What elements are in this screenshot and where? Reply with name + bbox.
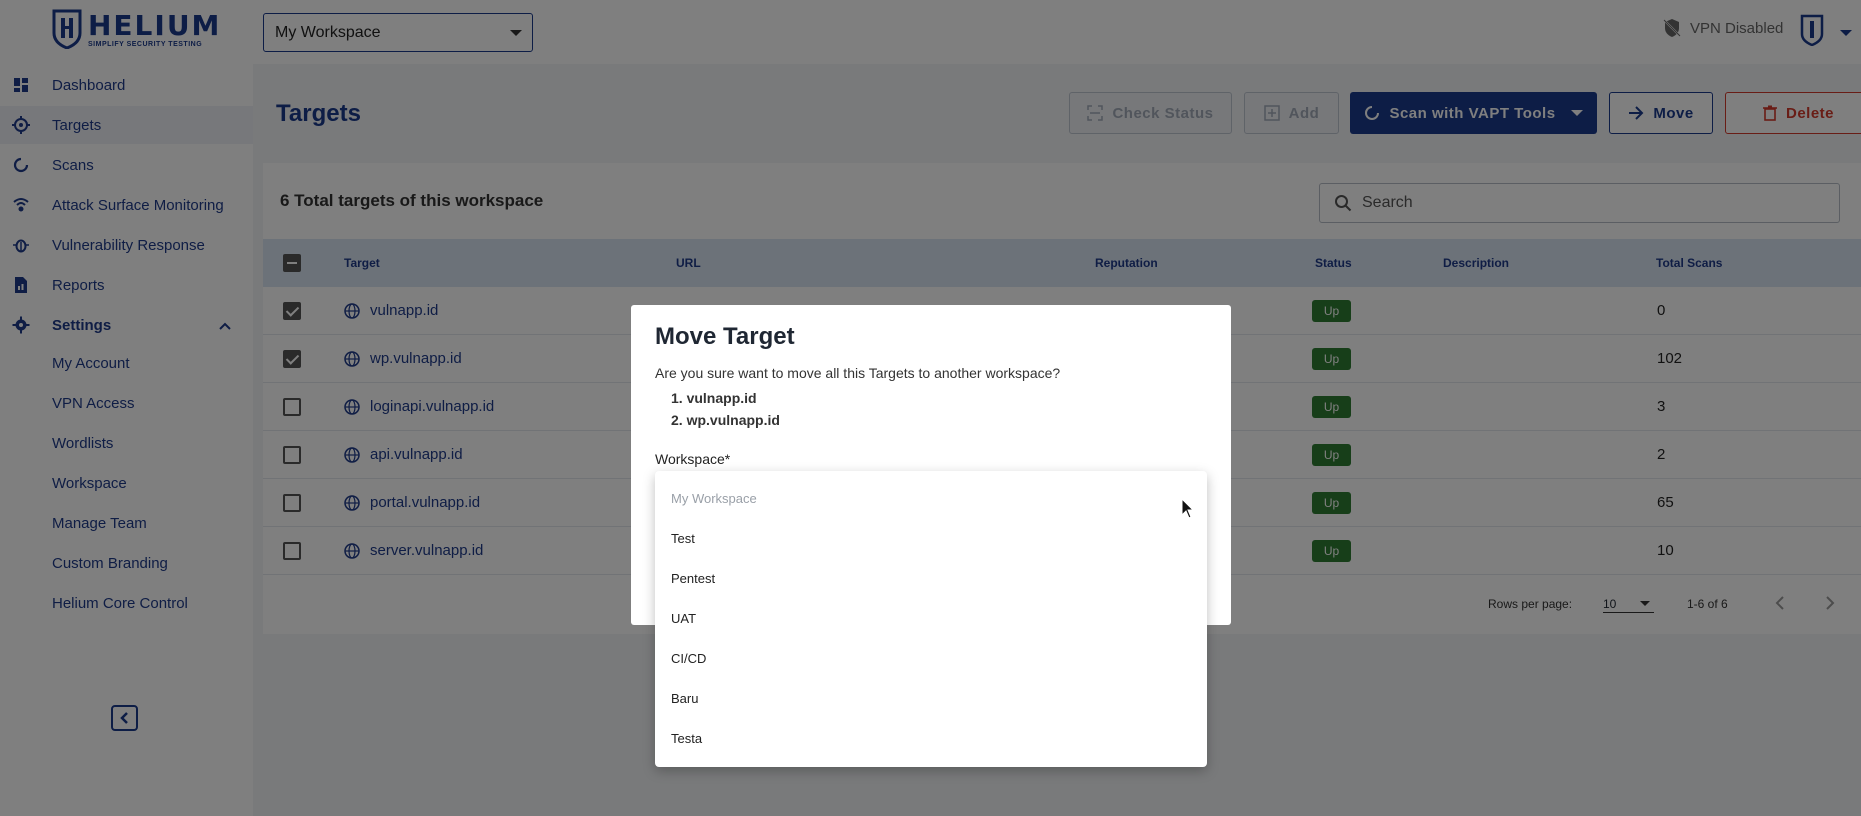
workspace-field-label: Workspace* <box>655 451 731 467</box>
mouse-cursor-icon <box>1181 498 1195 519</box>
dropdown-option-pentest[interactable]: Pentest <box>671 571 715 586</box>
selected-target-name: wp.vulnapp.id <box>686 412 780 428</box>
dialog-title: Move Target <box>655 323 795 350</box>
dropdown-option-baru[interactable]: Baru <box>671 691 698 706</box>
workspace-dropdown-menu: My Workspace Test Pentest UAT CI/CD Baru… <box>655 471 1207 767</box>
list-item: 1. vulnapp.id <box>671 390 757 406</box>
dropdown-option-test[interactable]: Test <box>671 531 695 546</box>
dropdown-option-testa[interactable]: Testa <box>671 731 702 746</box>
selected-target-name: vulnapp.id <box>686 390 757 406</box>
dropdown-option-my-workspace: My Workspace <box>671 491 757 506</box>
selected-targets-list: 1. vulnapp.id 2. wp.vulnapp.id <box>671 387 780 431</box>
dialog-question: Are you sure want to move all this Targe… <box>655 365 1061 381</box>
dropdown-option-uat[interactable]: UAT <box>671 611 696 626</box>
dropdown-option-cicd[interactable]: CI/CD <box>671 651 706 666</box>
list-item: 2. wp.vulnapp.id <box>671 412 780 428</box>
